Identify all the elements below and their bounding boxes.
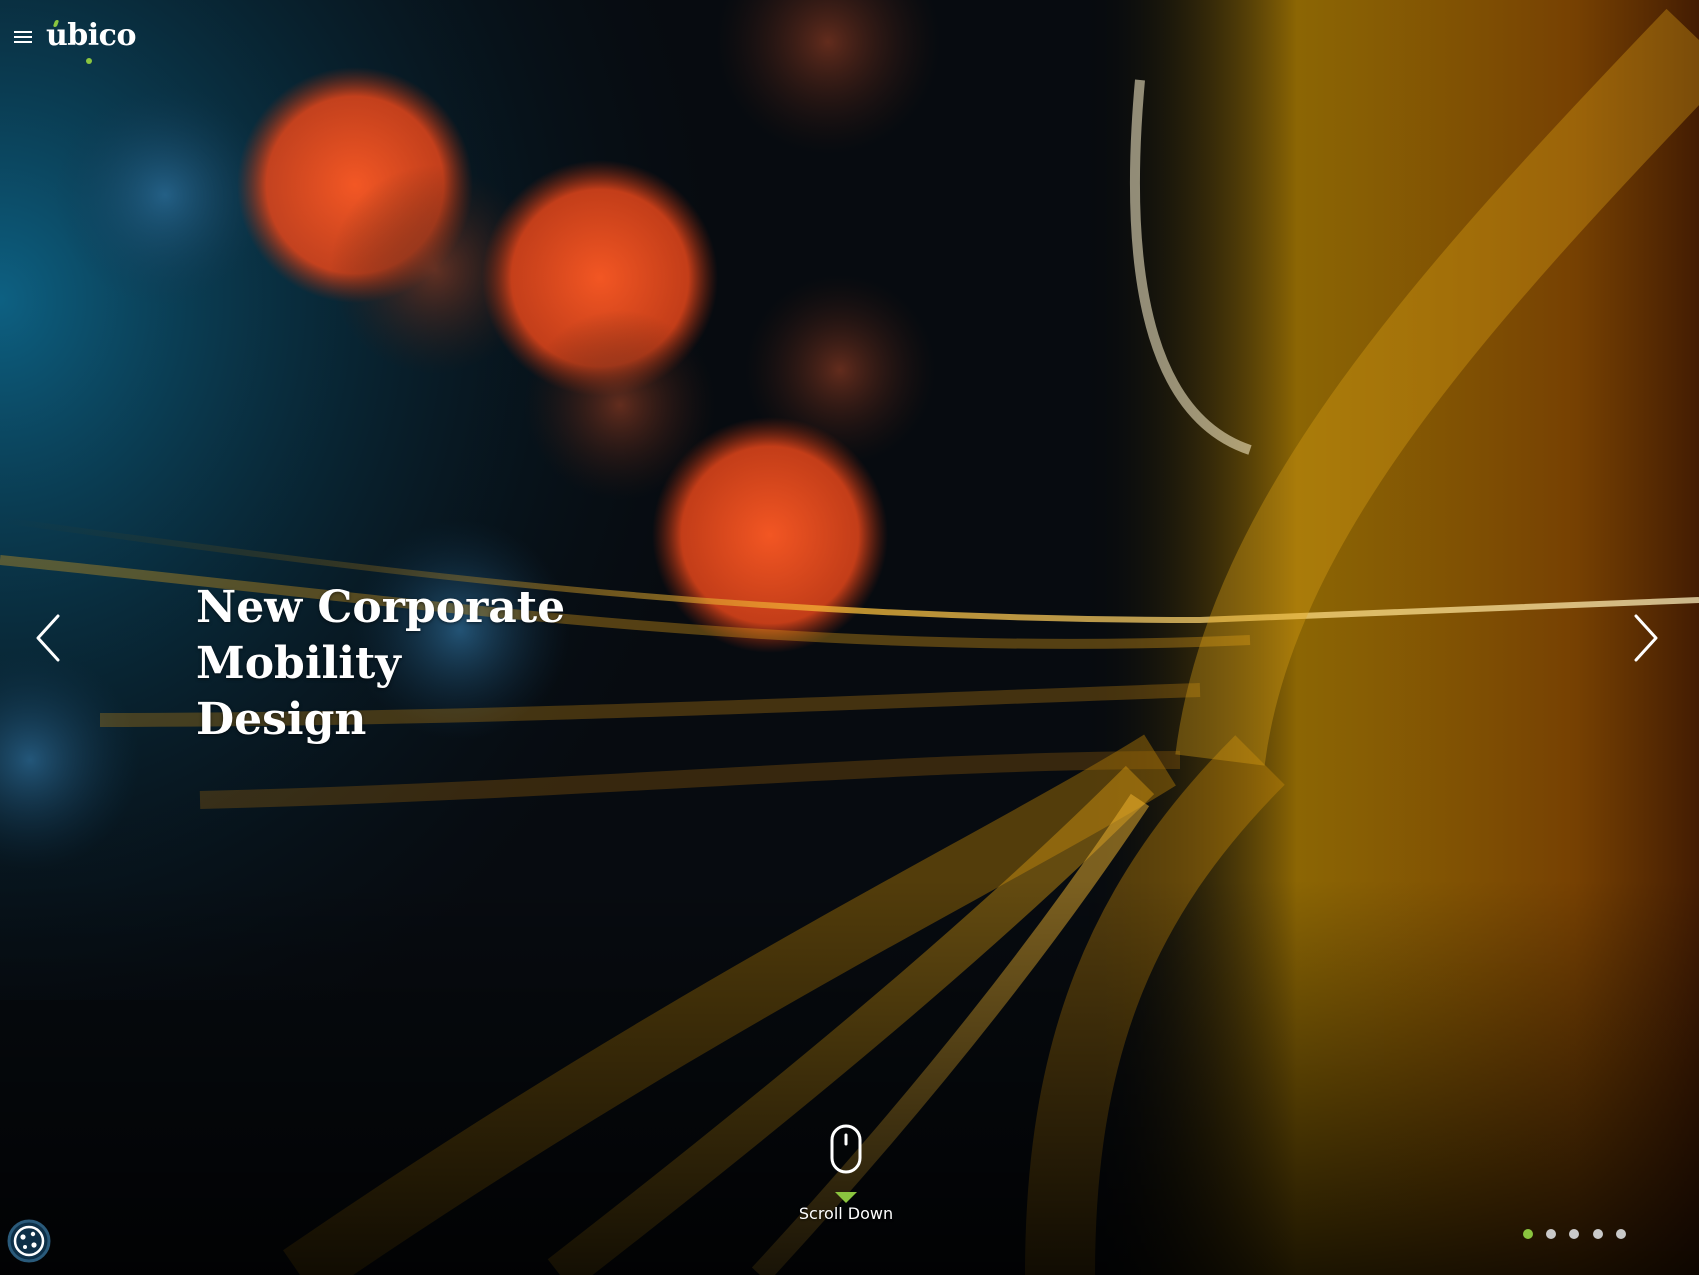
- cookie-settings-button[interactable]: [7, 1219, 51, 1263]
- hero-title-line-1: New Corporate Mobility: [196, 582, 566, 689]
- mouse-icon: [830, 1124, 862, 1174]
- slider-next-button[interactable]: [1622, 610, 1666, 666]
- cookie-icon: [7, 1219, 51, 1263]
- hero-slider: ubico New Corporate Mobility Design Scro…: [0, 0, 1699, 1275]
- chevron-right-icon: [1634, 614, 1658, 662]
- pagination-dot-4[interactable]: [1593, 1229, 1603, 1239]
- scroll-down-button[interactable]: Scroll Down: [780, 1118, 912, 1230]
- site-logo[interactable]: ubico: [46, 14, 136, 64]
- hamburger-menu-icon[interactable]: [14, 29, 32, 45]
- slider-pagination: [1523, 1229, 1639, 1241]
- chevron-left-icon: [36, 614, 60, 662]
- pagination-dot-2[interactable]: [1546, 1229, 1556, 1239]
- slider-prev-button[interactable]: [28, 610, 72, 666]
- top-bar: ubico: [0, 0, 1699, 76]
- caret-down-icon: [835, 1192, 857, 1203]
- hero-title-line-2: Design: [196, 694, 367, 745]
- pagination-dot-1[interactable]: [1523, 1229, 1533, 1239]
- logo-accent-dot: [86, 58, 92, 64]
- scroll-down-label: Scroll Down: [798, 1204, 894, 1223]
- pagination-dot-3[interactable]: [1569, 1229, 1579, 1239]
- hero-title: New Corporate Mobility Design: [196, 580, 756, 748]
- pagination-dot-5[interactable]: [1616, 1229, 1626, 1239]
